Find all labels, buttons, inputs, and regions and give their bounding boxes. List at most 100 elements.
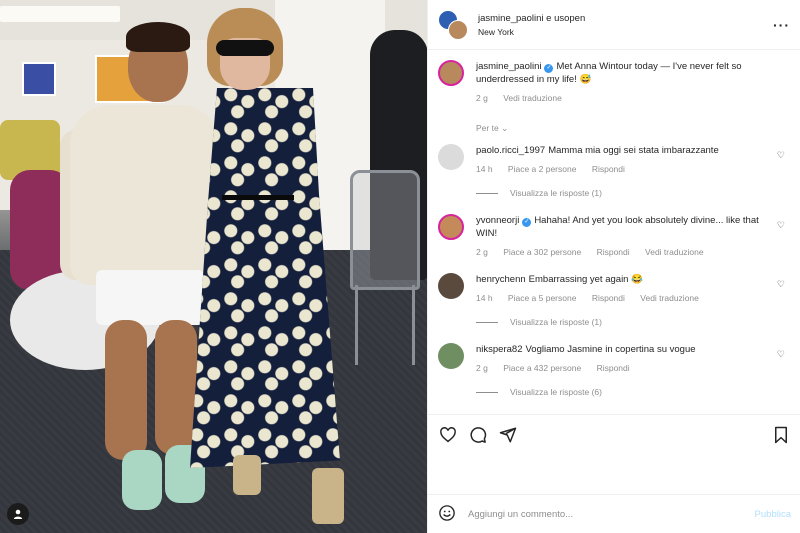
photo-chair: [350, 170, 420, 290]
comment-avatar[interactable]: [438, 144, 464, 170]
comment-item: nikspera82 Vogliamo Jasmine in copertina …: [438, 343, 791, 373]
photo-woman1-leg: [105, 320, 147, 460]
heart-icon: ♡: [776, 349, 785, 359]
comment-time: 2 g: [476, 247, 488, 257]
more-options-button[interactable]: ···: [773, 17, 790, 33]
caption-username[interactable]: jasmine_paolini: [476, 61, 541, 72]
photo-woman2-sunglasses: [216, 40, 274, 56]
heart-icon: ♡: [776, 279, 785, 289]
location-link[interactable]: New York: [478, 27, 773, 37]
view-replies-button[interactable]: Visualizza le risposte (6): [476, 387, 791, 397]
photo-chair-leg: [355, 285, 358, 365]
comment-reply-button[interactable]: Rispondi: [597, 247, 630, 257]
post-side-panel: jasmine_paolini e usopen New York ··· ja…: [427, 0, 800, 533]
heart-icon: ♡: [776, 220, 785, 230]
comment-meta: 2 g Piace a 302 persone Rispondi Vedi tr…: [476, 247, 773, 257]
photo-poster: [22, 62, 56, 96]
caption-meta: 2 g Vedi traduzione: [476, 93, 773, 103]
collab-avatars[interactable]: [438, 9, 468, 40]
collaborator-username-link[interactable]: usopen: [554, 13, 585, 24]
comment-item: henrychenn Embarrassing yet again 😂 14 h …: [438, 273, 791, 303]
view-replies-button[interactable]: Visualizza le risposte (1): [476, 317, 791, 327]
comment-meta: 14 h Piace a 5 persone Rispondi Vedi tra…: [476, 293, 773, 303]
for-you-filter[interactable]: Per te ⌄: [476, 123, 791, 134]
for-you-label: Per te: [476, 123, 499, 133]
view-replies-label: Visualizza le risposte (1): [510, 317, 602, 327]
collab-join-text: e: [546, 12, 552, 24]
replies-divider: [476, 192, 498, 194]
comment-like-button[interactable]: ♡: [777, 279, 785, 290]
comment-item: yvonneorji ✓ Hahaha! And yet you look abso…: [438, 214, 791, 257]
photo-woman1-shoe: [122, 450, 162, 510]
comment-text: Mamma mia oggi sei stata imbarazzante: [548, 145, 719, 156]
post-actions-bar: [428, 414, 800, 454]
comment-avatar[interactable]: [438, 214, 464, 240]
comment-button[interactable]: [468, 425, 488, 445]
collaborator-avatar[interactable]: [448, 19, 468, 40]
caption-avatar[interactable]: [438, 60, 464, 86]
comment-text: Embarrassing yet again 😂: [528, 274, 643, 285]
comment-translate-link[interactable]: Vedi traduzione: [640, 293, 699, 303]
view-replies-label: Visualizza le risposte (6): [510, 387, 602, 397]
share-button[interactable]: [498, 425, 518, 445]
photo-woman1-hoodie: [70, 105, 220, 285]
comment-reply-button[interactable]: Rispondi: [592, 164, 625, 174]
comment-reply-button[interactable]: Rispondi: [597, 363, 630, 373]
photo-woman1-hair: [126, 22, 190, 52]
comment-translate-link[interactable]: Vedi traduzione: [645, 247, 704, 257]
replies-divider: [476, 321, 498, 323]
post-header: jasmine_paolini e usopen New York ···: [428, 0, 800, 50]
comment-icon: [470, 426, 487, 443]
comments-list[interactable]: jasmine_paolini ✓ Met Anna Wintour today —…: [428, 52, 800, 414]
photo-woman2-boot: [233, 455, 261, 495]
emoji-button[interactable]: [438, 504, 456, 524]
heart-icon: [440, 426, 456, 442]
photo-ceiling-light: [0, 6, 120, 22]
comment-avatar[interactable]: [438, 343, 464, 369]
comment-reply-button[interactable]: Rispondi: [592, 293, 625, 303]
comment-time: 14 h: [476, 164, 493, 174]
comment-input[interactable]: Aggiungi un commento...: [468, 509, 755, 520]
emoji-icon: [439, 505, 455, 521]
comment-item: paolo.ricci_1997 Mamma mia oggi sei stata…: [438, 144, 791, 174]
heart-icon: ♡: [776, 150, 785, 160]
photo-woman2-boot: [312, 468, 344, 524]
send-icon: [499, 427, 517, 442]
comment-likes-link[interactable]: Piace a 2 persone: [508, 164, 577, 174]
post-author-line: jasmine_paolini e usopen: [478, 13, 773, 24]
comment-username[interactable]: paolo.ricci_1997: [476, 145, 545, 156]
replies-divider: [476, 391, 498, 393]
comment-text: Vogliamo Jasmine in copertina su vogue: [525, 344, 696, 355]
comment-username[interactable]: henrychenn: [476, 274, 526, 285]
comment-username[interactable]: nikspera82: [476, 344, 522, 355]
post-photo[interactable]: [0, 0, 427, 533]
comment-like-button[interactable]: ♡: [777, 150, 785, 161]
verified-badge-icon: ✓: [522, 218, 532, 227]
comment-time: 14 h: [476, 293, 493, 303]
tagged-users-button[interactable]: [7, 503, 29, 525]
more-horizontal-icon: ···: [773, 16, 790, 33]
comment-like-button[interactable]: ♡: [777, 220, 785, 231]
comment-likes-link[interactable]: Piace a 432 persone: [503, 363, 581, 373]
post-header-text: jasmine_paolini e usopen New York: [478, 13, 773, 37]
view-replies-label: Visualizza le risposte (1): [510, 188, 602, 198]
comment-meta: 14 h Piace a 2 persone Rispondi: [476, 164, 773, 174]
view-replies-button[interactable]: Visualizza le risposte (1): [476, 188, 791, 198]
post-modal: jasmine_paolini e usopen New York ··· ja…: [0, 0, 800, 533]
comment-username[interactable]: yvonneorji: [476, 215, 519, 226]
publish-button[interactable]: Pubblica: [755, 509, 791, 520]
photo-woman1-shorts: [96, 270, 204, 325]
comment-like-button[interactable]: ♡: [777, 349, 785, 360]
photo-woman2-belt: [222, 195, 294, 200]
add-comment-bar: Aggiungi un commento... Pubblica: [428, 494, 800, 533]
comment-avatar[interactable]: [438, 273, 464, 299]
like-button[interactable]: [438, 425, 458, 445]
save-button[interactable]: [771, 425, 791, 445]
photo-chair-leg: [412, 285, 415, 365]
comment-likes-link[interactable]: Piace a 5 persone: [508, 293, 577, 303]
author-username-link[interactable]: jasmine_paolini: [478, 13, 543, 24]
chevron-down-icon: ⌄: [501, 123, 509, 133]
comment-likes-link[interactable]: Piace a 302 persone: [503, 247, 581, 257]
caption-translate-link[interactable]: Vedi traduzione: [503, 93, 562, 103]
photo-woman1-leg: [155, 320, 197, 455]
